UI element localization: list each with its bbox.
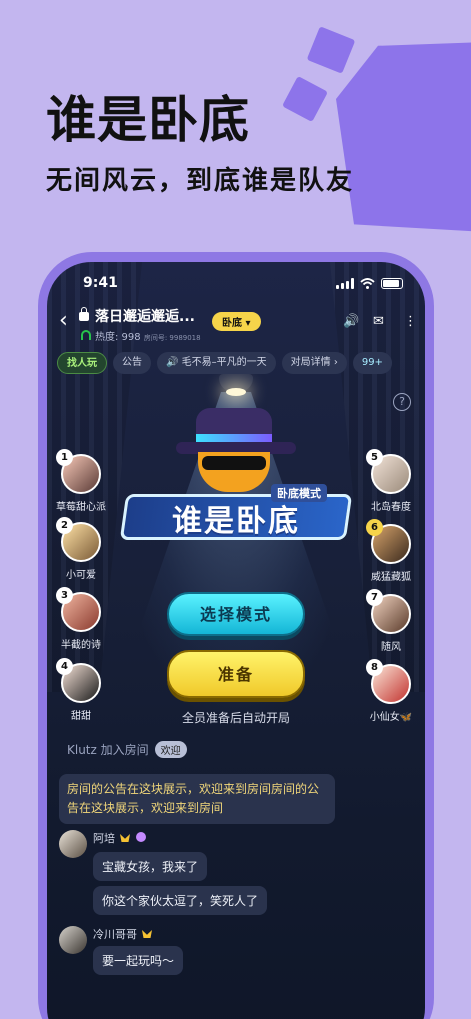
- seat-number: 2: [56, 517, 73, 534]
- pet-badge-icon: [136, 832, 146, 842]
- status-bar: 9:41: [47, 262, 425, 304]
- seat-5[interactable]: 5 北岛春度: [351, 449, 425, 513]
- avatar: 3: [56, 587, 101, 632]
- seat-name: 小可爱: [66, 570, 96, 581]
- more-icon[interactable]: ⋮: [404, 314, 417, 329]
- decor-shape: [336, 42, 471, 232]
- join-text: Klutz 加入房间: [67, 743, 149, 757]
- speaker-icon[interactable]: 🔊: [343, 314, 359, 329]
- heat-text: 热度: 998: [95, 332, 141, 343]
- stage-lamp: [219, 374, 253, 396]
- seat-number: 7: [366, 589, 383, 606]
- system-message: Klutz 加入房间 欢迎: [67, 741, 187, 758]
- help-icon[interactable]: ?: [393, 393, 411, 411]
- room-title: 落日邂逅邂逅...: [95, 309, 195, 325]
- seat-number: 5: [366, 449, 383, 466]
- announcement-chip[interactable]: 公告: [113, 352, 151, 374]
- promo-subheadline: 无间风云，到底谁是队友: [46, 166, 355, 196]
- ready-button[interactable]: 准备: [167, 650, 305, 698]
- heat-icon: [81, 330, 91, 340]
- seat-2[interactable]: 2 小可爱: [47, 517, 121, 581]
- status-time: 9:41: [83, 275, 118, 291]
- game-tag[interactable]: 卧底 ▾: [212, 312, 261, 331]
- avatar: 4: [56, 658, 101, 703]
- sub-bar: 找人玩 公告 🔊 毛不易–平凡的一天 对局详情 › 99+: [57, 352, 392, 374]
- avatar: 2: [56, 517, 101, 562]
- seat-3[interactable]: 3 半截的诗: [47, 587, 121, 651]
- seat-number: 8: [366, 659, 383, 676]
- chat-bubble: 要一起玩吗～: [93, 946, 184, 975]
- music-chip[interactable]: 🔊 毛不易–平凡的一天: [157, 352, 276, 374]
- wifi-icon: [360, 278, 375, 289]
- seat-6[interactable]: 6 威猛藏狐: [351, 519, 425, 583]
- welcome-button[interactable]: 欢迎: [154, 741, 187, 758]
- seat-name: 北岛春度: [371, 502, 411, 513]
- seat-number: 4: [56, 658, 73, 675]
- online-count-chip[interactable]: 99+: [352, 352, 392, 374]
- chat-username-text: 冷川哥哥: [93, 928, 137, 941]
- phone-screen: 9:41 ‹ 落日邂逅邂逅... 热度: 998 房间号: 9989018 卧底…: [47, 262, 425, 1019]
- room-heat: 热度: 998 房间号: 9989018: [81, 328, 201, 343]
- seat-number: 6: [366, 519, 383, 536]
- chat-avatar[interactable]: [59, 830, 87, 858]
- game-tag-label: 卧底: [222, 318, 242, 329]
- seat-7[interactable]: 7 随风: [351, 589, 425, 653]
- signal-icon: [336, 278, 354, 289]
- lock-icon: [79, 307, 89, 321]
- chat-username: 冷川哥哥: [93, 926, 152, 942]
- vip-badge-icon: [120, 834, 130, 842]
- seat-name: 威猛藏狐: [371, 572, 411, 583]
- game-hero: 谁是卧底 卧底模式: [119, 408, 353, 540]
- seat-number: 1: [56, 449, 73, 466]
- avatar: 7: [366, 589, 411, 634]
- find-player-chip[interactable]: 找人玩: [57, 352, 107, 374]
- chat-username-text: 阿培: [93, 832, 115, 845]
- room-id: 房间号: 9989018: [143, 334, 201, 342]
- auto-start-hint: 全员准备后自动开局: [181, 711, 290, 725]
- promo-headline: 谁是卧底: [46, 91, 250, 149]
- mode-badge: 卧底模式: [271, 484, 327, 502]
- decor-shape: [282, 76, 328, 122]
- seat-name: 草莓甜心派: [56, 502, 106, 513]
- decor-shape: [306, 26, 356, 74]
- vip-badge-icon: [142, 930, 152, 938]
- chat-bubble: 宝藏女孩，我来了: [93, 852, 208, 881]
- mail-icon[interactable]: ✉: [373, 314, 384, 329]
- seat-number: 3: [56, 587, 73, 604]
- room-notice: 房间的公告在这块展示，欢迎来到房间房间的公告在这块展示，欢迎来到房间: [59, 774, 335, 824]
- round-detail-chip[interactable]: 对局详情 ›: [281, 352, 347, 374]
- avatar: 6: [366, 519, 411, 564]
- battery-icon: [381, 278, 403, 289]
- avatar: 5: [366, 449, 411, 494]
- chat-avatar[interactable]: [59, 926, 87, 954]
- game-logo-text: 谁是卧底: [172, 504, 300, 539]
- avatar: 1: [56, 449, 101, 494]
- chat-username: 阿培: [93, 830, 146, 846]
- seat-1[interactable]: 1 草莓甜心派: [47, 449, 121, 513]
- seat-name: 半截的诗: [61, 640, 101, 651]
- seat-name: 随风: [381, 642, 401, 653]
- music-title: 毛不易–平凡的一天: [181, 357, 267, 368]
- avatar: 8: [366, 659, 411, 704]
- room-header: ‹ 落日邂逅邂逅... 热度: 998 房间号: 9989018 卧底 ▾ 🔊 …: [47, 306, 425, 346]
- chat-bubble: 你这个家伙太逗了，笑死人了: [93, 886, 268, 915]
- sunglasses: [202, 456, 266, 470]
- select-mode-button[interactable]: 选择模式: [167, 592, 305, 636]
- back-icon[interactable]: ‹: [59, 308, 68, 333]
